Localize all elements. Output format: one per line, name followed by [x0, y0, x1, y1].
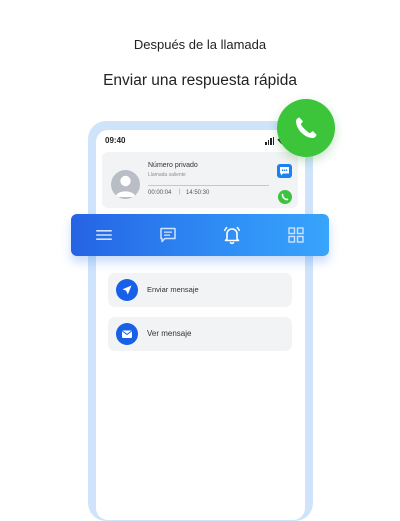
message-bubble-icon — [280, 167, 289, 176]
message-icon-button[interactable] — [277, 164, 292, 178]
call-separator: | — [179, 189, 181, 195]
view-message-action[interactable]: Ver mensaje — [108, 317, 292, 351]
bottom-navigation — [71, 214, 329, 256]
send-message-label: Enviar mensaje — [147, 285, 199, 294]
status-bar: 09:40 — [96, 130, 305, 150]
nav-alerts[interactable] — [221, 224, 243, 246]
screen-subtitle: Después de la llamada — [133, 37, 267, 52]
call-fab[interactable] — [277, 99, 335, 157]
avatar — [111, 170, 140, 199]
phone-icon — [281, 193, 289, 201]
phone-icon — [296, 117, 317, 138]
send-message-action[interactable]: Enviar mensaje — [108, 273, 292, 307]
person-icon — [115, 175, 136, 197]
send-icon — [122, 285, 132, 295]
recent-call-card[interactable]: Número privado Llamada saliente 00:00:04… — [102, 152, 298, 208]
nav-messages[interactable] — [157, 224, 179, 246]
chat-icon — [160, 227, 176, 243]
grid-icon — [288, 227, 304, 243]
call-divider — [148, 185, 269, 186]
bell-icon — [223, 226, 241, 245]
screen-title: Enviar una respuesta rápida — [103, 72, 297, 89]
caller-name: Número privado — [148, 162, 198, 169]
nav-apps[interactable] — [285, 224, 307, 246]
call-type: Llamada saliente — [148, 172, 186, 178]
call-time: 14:50:30 — [186, 190, 210, 196]
mail-icon — [122, 330, 132, 338]
signal-icon — [265, 136, 274, 145]
view-message-label: Ver mensaje — [147, 329, 192, 338]
phone-screen: 09:40 Número privado Llamada saliente 00… — [96, 130, 305, 520]
nav-menu[interactable] — [93, 224, 115, 246]
menu-icon — [96, 230, 112, 240]
send-icon-circle — [116, 279, 138, 301]
mail-icon-circle — [116, 323, 138, 345]
status-time: 09:40 — [105, 136, 126, 145]
call-back-button[interactable] — [278, 190, 292, 204]
call-duration: 00:00:04 — [148, 190, 172, 196]
